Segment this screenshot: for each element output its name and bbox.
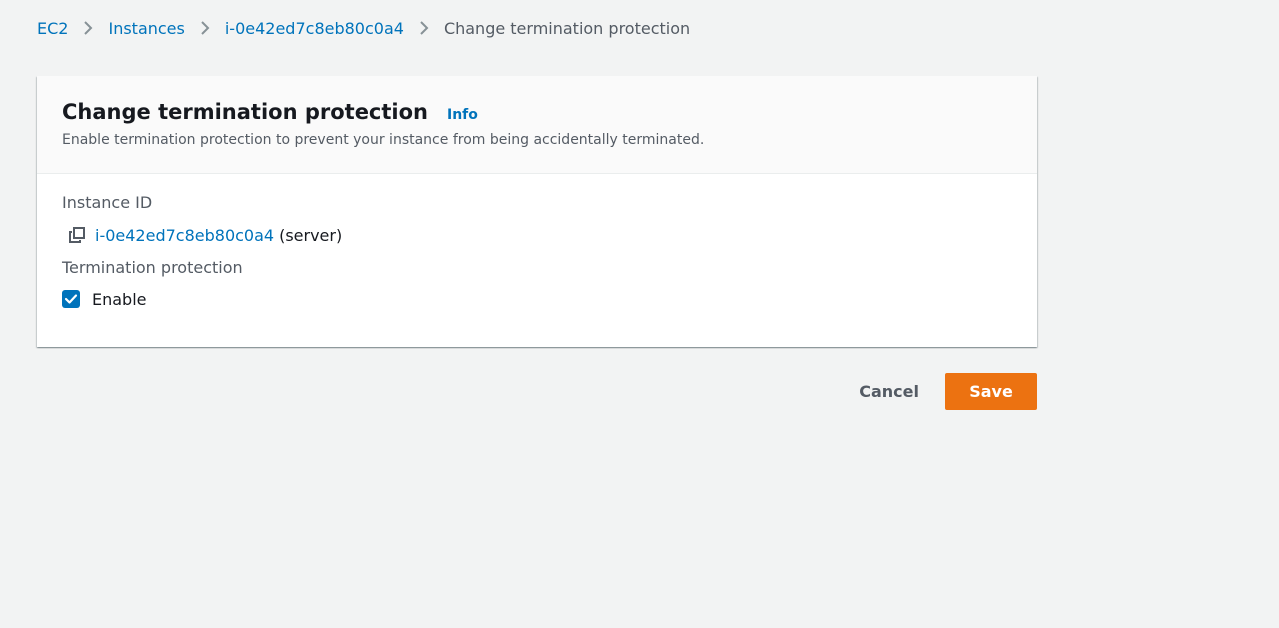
save-button[interactable]: Save bbox=[945, 373, 1037, 410]
instance-id-link[interactable]: i-0e42ed7c8eb80c0a4 bbox=[95, 226, 274, 245]
cancel-button[interactable]: Cancel bbox=[841, 373, 937, 410]
breadcrumb-instances-link[interactable]: Instances bbox=[108, 19, 184, 38]
page-title: Change termination protection bbox=[62, 100, 428, 124]
breadcrumb: EC2 Instances i-0e42ed7c8eb80c0a4 Change… bbox=[37, 17, 690, 39]
breadcrumb-instance-id-link[interactable]: i-0e42ed7c8eb80c0a4 bbox=[225, 19, 404, 38]
panel-description: Enable termination protection to prevent… bbox=[62, 132, 705, 148]
checkmark-icon bbox=[64, 294, 78, 304]
chevron-right-icon bbox=[404, 17, 444, 39]
breadcrumb-ec2-link[interactable]: EC2 bbox=[37, 19, 68, 38]
termination-protection-label: Termination protection bbox=[62, 258, 243, 277]
enable-checkbox-row: Enable bbox=[62, 288, 1012, 310]
enable-checkbox[interactable] bbox=[62, 290, 80, 308]
enable-checkbox-label[interactable]: Enable bbox=[92, 290, 147, 309]
chevron-right-icon bbox=[185, 17, 225, 39]
termination-protection-panel: Change termination protection Info Enabl… bbox=[37, 76, 1037, 347]
title-row: Change termination protection Info bbox=[62, 98, 1012, 126]
chevron-right-icon bbox=[68, 17, 108, 39]
instance-id-label: Instance ID bbox=[62, 193, 153, 212]
copy-icon[interactable] bbox=[67, 225, 87, 245]
form-actions: Cancel Save bbox=[841, 373, 1037, 410]
breadcrumb-current: Change termination protection bbox=[443, 18, 691, 38]
info-link[interactable]: Info bbox=[447, 107, 478, 123]
instance-id-row: i-0e42ed7c8eb80c0a4 (server) bbox=[62, 224, 1012, 246]
panel-header: Change termination protection Info Enabl… bbox=[37, 76, 1037, 174]
panel-body: Instance ID i-0e42ed7c8eb80c0a4 (server)… bbox=[37, 174, 1037, 310]
instance-name-suffix: (server) bbox=[279, 225, 343, 245]
